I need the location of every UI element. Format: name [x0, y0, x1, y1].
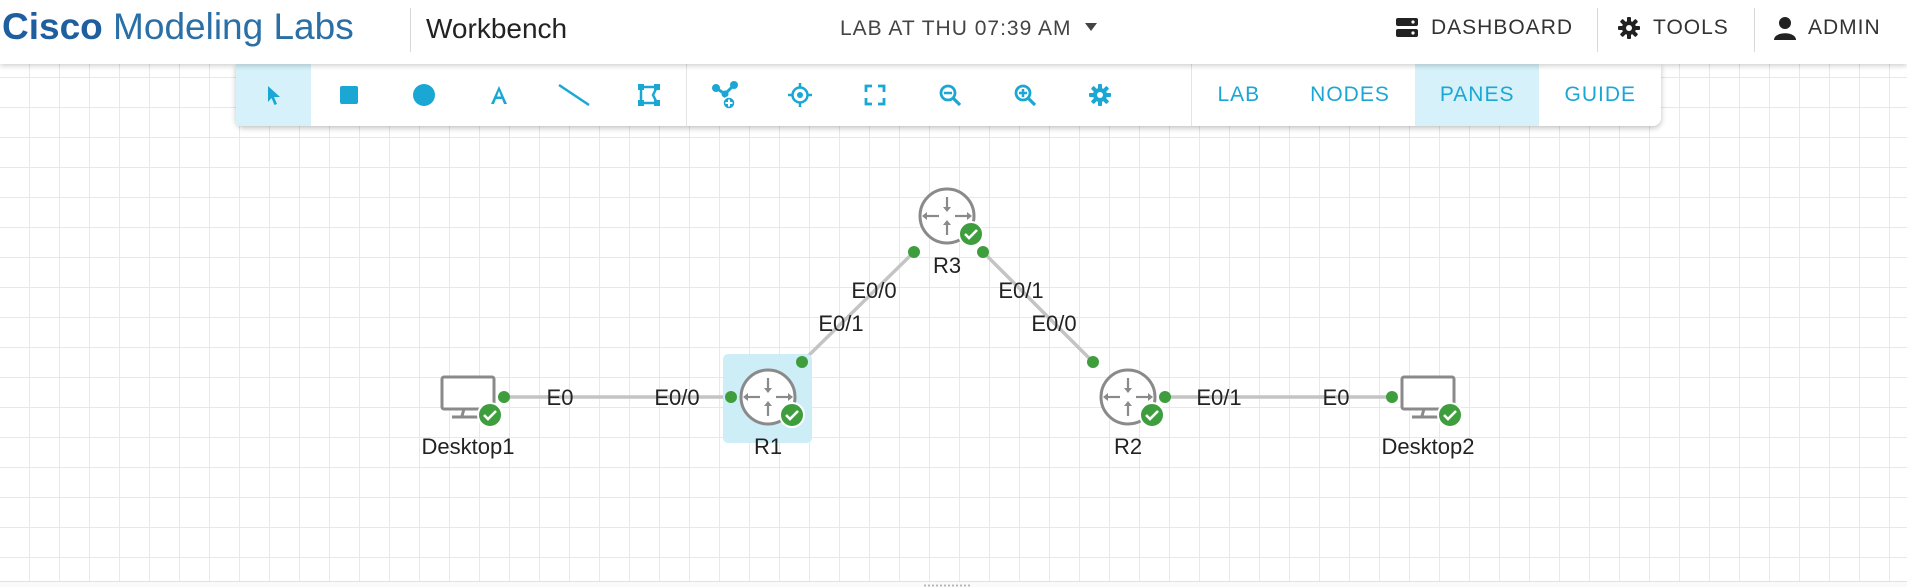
select-tool-button[interactable] — [236, 64, 311, 126]
desktop-node-desktop2[interactable] — [1400, 375, 1464, 429]
link-r3-r2[interactable] — [981, 250, 1095, 364]
tab-guide[interactable]: GUIDE — [1539, 64, 1661, 126]
crosshair-icon — [787, 83, 812, 107]
canvas-settings-button[interactable] — [1062, 64, 1137, 126]
tab-lab[interactable]: LAB — [1192, 64, 1285, 126]
workbench-toolbar: LAB NODES PANES GUIDE — [236, 64, 1661, 126]
status-ok-icon — [778, 401, 806, 429]
server-icon — [1396, 18, 1418, 37]
zoom-out-button[interactable] — [912, 64, 987, 126]
add-node-button[interactable] — [687, 64, 762, 126]
interface-label: E0/1 — [1196, 385, 1241, 410]
tab-panes[interactable]: PANES — [1414, 64, 1540, 126]
text-icon — [490, 86, 507, 104]
zoom-in-button[interactable] — [987, 64, 1062, 126]
fit-to-screen-button[interactable] — [837, 64, 912, 126]
brand-bold: Cisco — [2, 6, 103, 47]
center-view-button[interactable] — [762, 64, 837, 126]
shape-edit-icon — [637, 84, 660, 106]
header-divider — [1754, 8, 1755, 52]
node-label-desktop2: Desktop2 — [1382, 434, 1475, 459]
top-header: Cisco Modeling Labs Workbench LAB AT THU… — [0, 0, 1907, 64]
interface-label: E0 — [547, 385, 574, 410]
gear-icon — [1618, 17, 1640, 39]
node-label-r2: R2 — [1114, 434, 1142, 459]
lab-name: LAB AT THU 07:39 AM — [840, 17, 1072, 40]
interface-dot[interactable] — [1159, 391, 1171, 403]
app-logo[interactable]: Cisco Modeling Labs — [2, 6, 354, 48]
node-label-r1: R1 — [754, 434, 782, 459]
zoom-in-icon — [1014, 84, 1036, 107]
interface-label: E0/0 — [654, 385, 699, 410]
interface-dot[interactable] — [796, 356, 808, 368]
node-label-r3: R3 — [933, 253, 961, 278]
interface-dot[interactable] — [908, 246, 920, 258]
dashboard-button[interactable]: DASHBOARD — [1395, 16, 1573, 40]
line-tool-button[interactable] — [536, 64, 611, 126]
interface-label: E0/0 — [1031, 311, 1076, 336]
status-ok-icon — [957, 220, 985, 248]
router-node-r2[interactable] — [1099, 368, 1166, 429]
lab-selector[interactable]: LAB AT THU 07:39 AM — [840, 17, 1098, 41]
interface-label: E0/0 — [851, 278, 896, 303]
text-tool-button[interactable] — [461, 64, 536, 126]
interface-dot[interactable] — [1087, 356, 1099, 368]
tab-nodes[interactable]: NODES — [1285, 64, 1415, 126]
interface-label: E0/1 — [998, 278, 1043, 303]
cursor-arrow-icon — [267, 86, 280, 105]
brand-light: Modeling Labs — [113, 6, 354, 47]
header-divider — [410, 8, 411, 52]
rectangle-tool-button[interactable] — [311, 64, 386, 126]
ellipse-tool-button[interactable] — [386, 64, 461, 126]
node-label-desktop1: Desktop1 — [422, 434, 515, 459]
interface-label: E0/1 — [818, 311, 863, 336]
status-ok-icon — [1138, 401, 1166, 429]
line-icon — [557, 83, 590, 107]
shape-edit-tool-button[interactable] — [611, 64, 686, 126]
desktop-node-desktop1[interactable] — [440, 375, 504, 429]
user-label: ADMIN — [1808, 16, 1881, 39]
header-divider — [1597, 8, 1598, 52]
gear-icon — [1088, 84, 1111, 106]
interface-label: E0 — [1323, 385, 1350, 410]
status-ok-icon — [476, 401, 504, 429]
fullscreen-icon — [864, 84, 885, 106]
circle-icon — [412, 84, 435, 106]
user-menu-button[interactable]: ADMIN — [1774, 16, 1881, 40]
interface-dot[interactable] — [725, 391, 737, 403]
router-node-r3[interactable] — [918, 187, 985, 248]
zoom-out-icon — [939, 84, 961, 107]
tools-button[interactable]: TOOLS — [1617, 16, 1729, 40]
chevron-down-icon — [1085, 23, 1098, 31]
dashboard-label: DASHBOARD — [1431, 16, 1574, 39]
app-window: Cisco Modeling Labs Workbench LAB AT THU… — [0, 0, 1907, 587]
add-node-icon — [711, 81, 738, 110]
user-icon — [1774, 17, 1796, 40]
interface-dot[interactable] — [1386, 391, 1398, 403]
page-title: Workbench — [426, 13, 568, 44]
tools-label: TOOLS — [1653, 16, 1729, 39]
interface-dot[interactable] — [977, 246, 989, 258]
interface-dot[interactable] — [498, 391, 510, 403]
status-ok-icon — [1436, 401, 1464, 429]
rectangle-icon — [339, 86, 358, 104]
link-r3-r1[interactable] — [800, 250, 916, 364]
